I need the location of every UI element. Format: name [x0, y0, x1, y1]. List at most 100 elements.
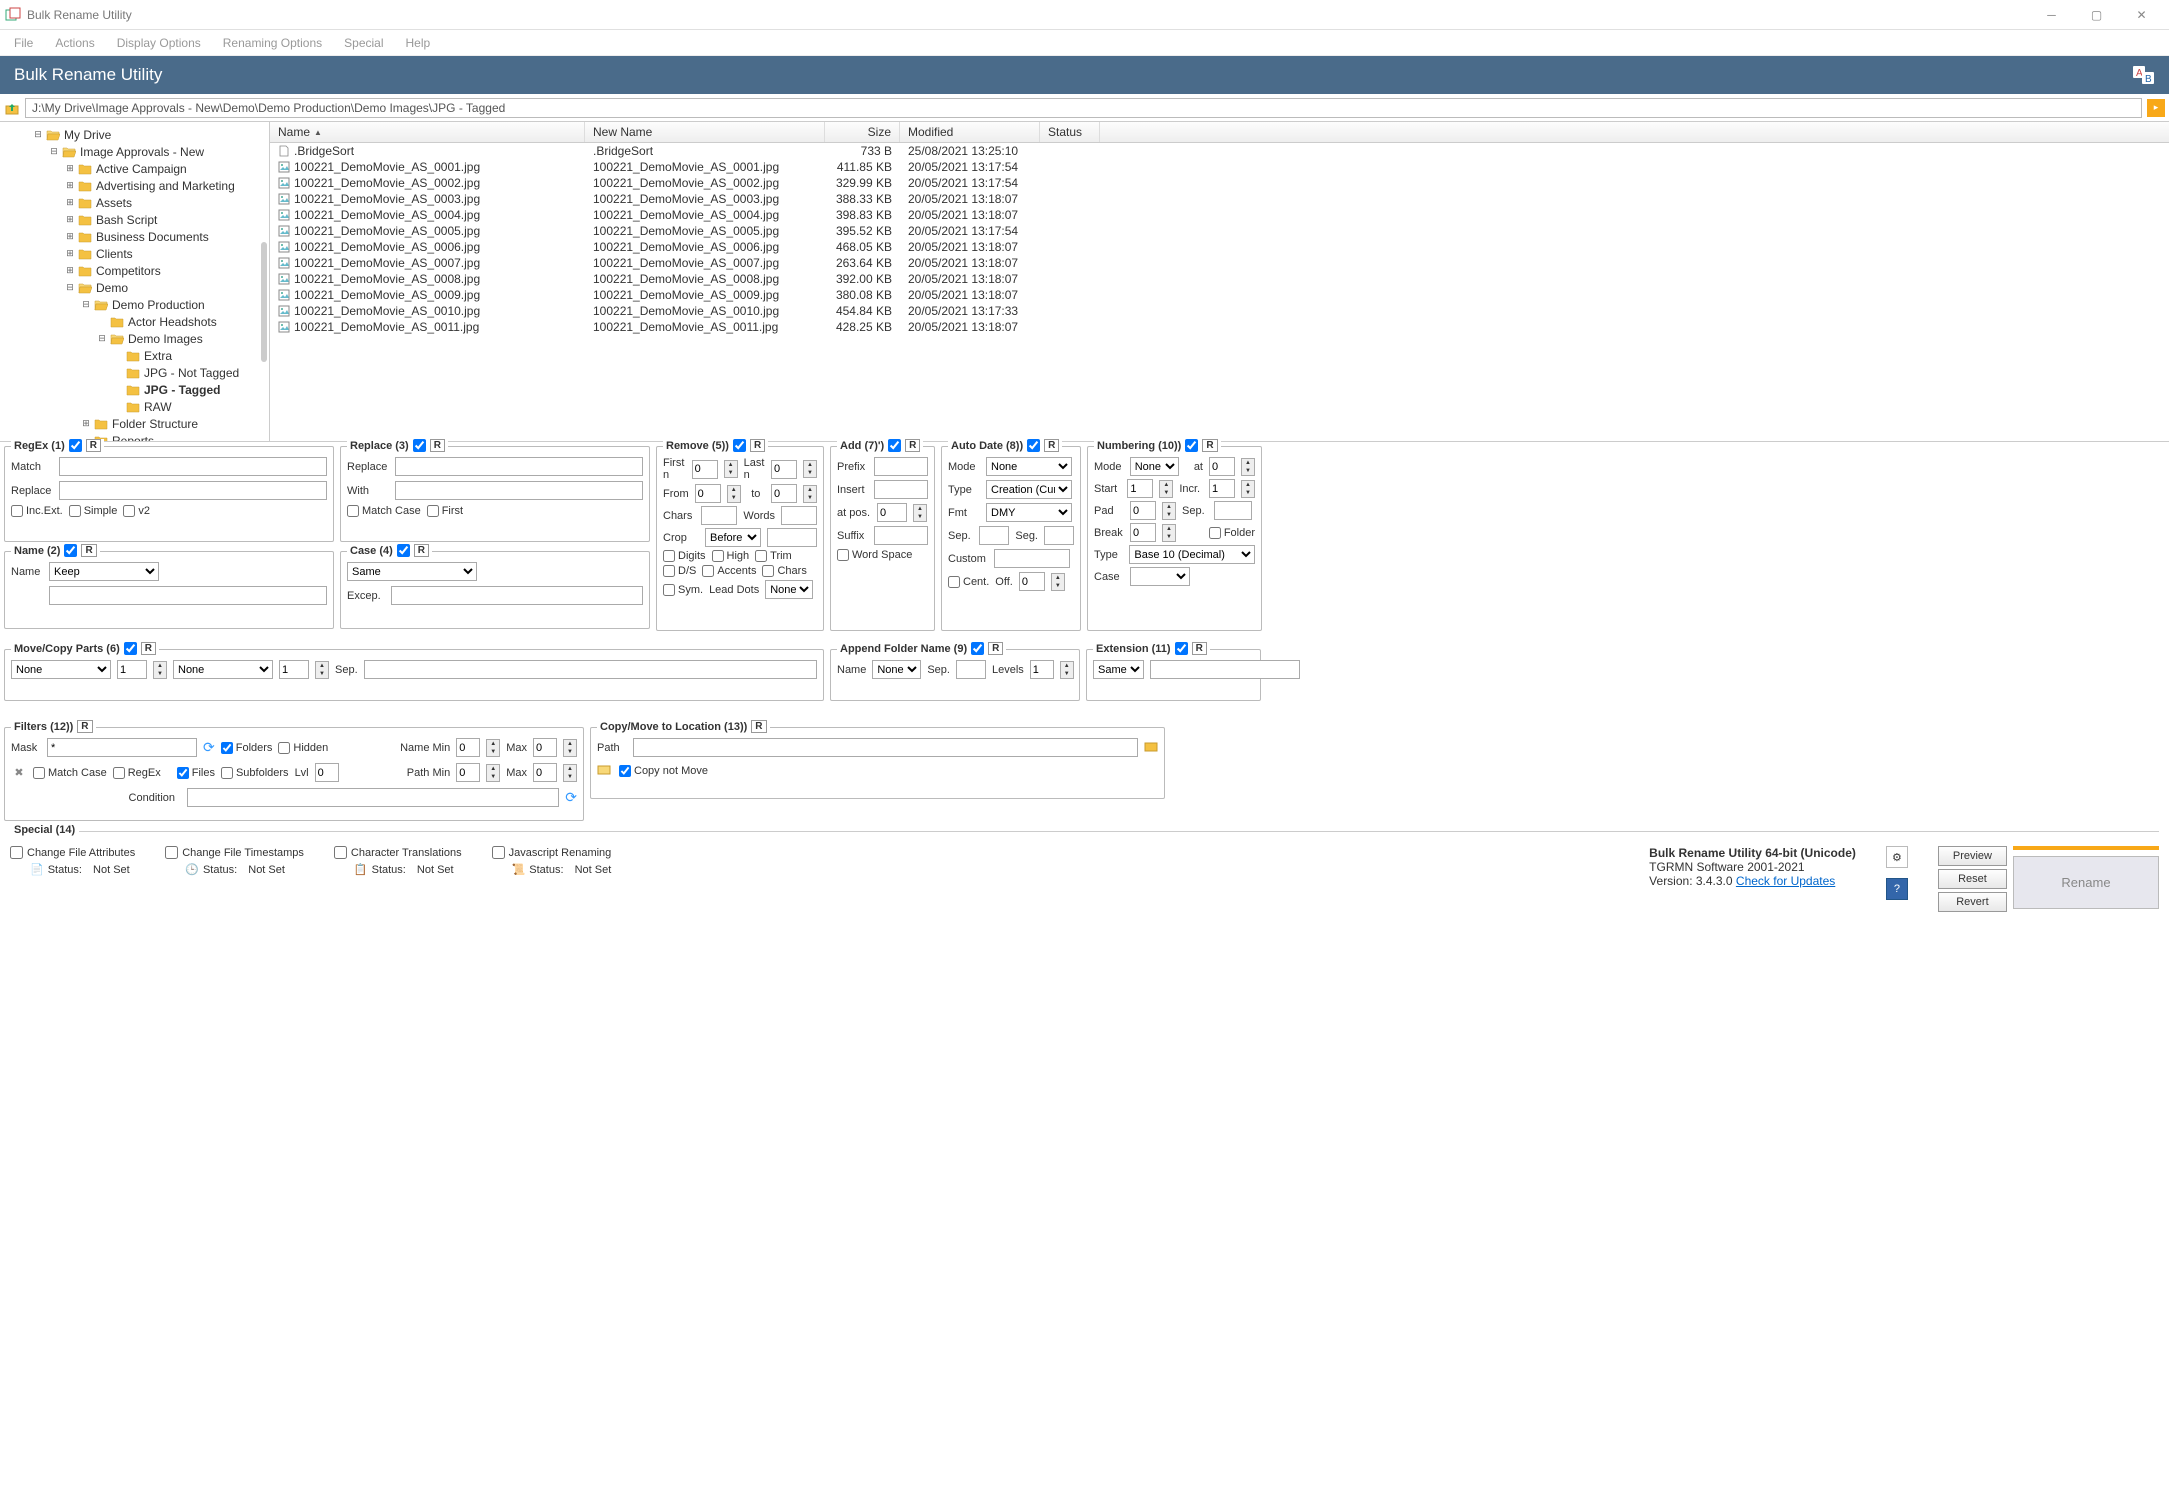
numbering-pad-input[interactable] [1130, 501, 1156, 520]
regex-v2-checkbox[interactable]: v2 [123, 505, 150, 517]
numbering-enable-checkbox[interactable] [1185, 439, 1198, 452]
tree-node[interactable]: RAW [2, 398, 267, 415]
appendfolder-reset-button[interactable]: R [988, 642, 1003, 655]
movecopy-select1[interactable]: None [11, 660, 111, 679]
filters-condition-input[interactable] [187, 788, 559, 807]
replace-enable-checkbox[interactable] [413, 439, 426, 452]
autodate-enable-checkbox[interactable] [1027, 439, 1040, 452]
numbering-case-select[interactable] [1130, 567, 1190, 586]
remove-lastn-input[interactable] [771, 460, 797, 479]
regex-match-input[interactable] [59, 457, 327, 476]
replace-matchcase-checkbox[interactable]: Match Case [347, 505, 421, 517]
cfa-checkbox[interactable] [10, 846, 23, 859]
filters-subfolders-checkbox[interactable]: Subfolders [221, 767, 289, 779]
ct-checkbox[interactable] [334, 846, 347, 859]
copymove-copynotmove-checkbox[interactable]: Copy not Move [619, 765, 708, 777]
col-newname[interactable]: New Name [585, 122, 825, 142]
filters-pathmin-input[interactable] [456, 763, 480, 782]
name-select[interactable]: Keep [49, 562, 159, 581]
remove-accents-checkbox[interactable]: Accents [702, 565, 756, 577]
refresh-icon[interactable]: ⟳ [203, 739, 215, 756]
autodate-off-input[interactable] [1019, 572, 1045, 591]
remove-chars2-checkbox[interactable]: Chars [762, 565, 806, 577]
appendfolder-levels-input[interactable] [1030, 660, 1054, 679]
appendfolder-sep-input[interactable] [956, 660, 986, 679]
regex-reset-button[interactable]: R [86, 439, 101, 452]
name-enable-checkbox[interactable] [64, 544, 77, 557]
replace-replace-input[interactable] [395, 457, 643, 476]
filters-files-checkbox[interactable]: Files [177, 767, 215, 779]
menu-renaming-options[interactable]: Renaming Options [213, 32, 332, 54]
cft-checkbox[interactable] [165, 846, 178, 859]
remove-reset-button[interactable]: R [750, 439, 765, 452]
tree-expand-icon[interactable]: ⊞ [64, 214, 76, 226]
remove-enable-checkbox[interactable] [733, 439, 746, 452]
case-select[interactable]: Same [347, 562, 477, 581]
tree-expand-icon[interactable]: ⊟ [48, 146, 60, 158]
remove-firstn-input[interactable] [692, 460, 718, 479]
case-enable-checkbox[interactable] [397, 544, 410, 557]
tree-node[interactable]: ⊟Image Approvals - New [2, 143, 267, 160]
filters-lvl-input[interactable] [315, 763, 339, 782]
numbering-break-input[interactable] [1130, 523, 1156, 542]
file-row[interactable]: 100221_DemoMovie_AS_0009.jpg100221_DemoM… [270, 287, 2169, 303]
extension-select[interactable]: Same [1093, 660, 1144, 679]
remove-chars-input[interactable] [701, 506, 737, 525]
tree-expand-icon[interactable]: ⊞ [64, 180, 76, 192]
tree-node[interactable]: ⊞Bash Script [2, 211, 267, 228]
add-enable-checkbox[interactable] [888, 439, 901, 452]
autodate-cent-checkbox[interactable]: Cent. [948, 576, 989, 588]
tree-node[interactable]: ⊟Demo Images [2, 330, 267, 347]
tree-expand-icon[interactable]: ⊞ [64, 248, 76, 260]
remove-trim-checkbox[interactable]: Trim [755, 550, 792, 562]
case-excep-input[interactable] [391, 586, 643, 605]
path-input[interactable] [25, 98, 2142, 118]
menu-actions[interactable]: Actions [45, 32, 104, 54]
name-input[interactable] [49, 586, 327, 605]
tree-expand-icon[interactable]: ⊟ [32, 129, 44, 141]
file-row[interactable]: 100221_DemoMovie_AS_0008.jpg100221_DemoM… [270, 271, 2169, 287]
remove-words-input[interactable] [781, 506, 817, 525]
filters-namemin-input[interactable] [456, 738, 480, 757]
tree-node[interactable]: ⊞Assets [2, 194, 267, 211]
tree-node[interactable]: ⊟Demo [2, 279, 267, 296]
tree-node[interactable]: Actor Headshots [2, 313, 267, 330]
file-row[interactable]: 100221_DemoMovie_AS_0002.jpg100221_DemoM… [270, 175, 2169, 191]
tree-node[interactable]: ⊟Demo Production [2, 296, 267, 313]
add-atpos-input[interactable] [877, 503, 907, 522]
col-modified[interactable]: Modified [900, 122, 1040, 142]
file-row[interactable]: .BridgeSort.BridgeSort733 B25/08/2021 13… [270, 143, 2169, 159]
tree-expand-icon[interactable]: ⊞ [64, 163, 76, 175]
add-reset-button[interactable]: R [905, 439, 920, 452]
col-name[interactable]: Name▲ [270, 122, 585, 142]
file-row[interactable]: 100221_DemoMovie_AS_0011.jpg100221_DemoM… [270, 319, 2169, 335]
col-status[interactable]: Status [1040, 122, 1100, 142]
tree-node[interactable]: ⊟My Drive [2, 126, 267, 143]
tree-node[interactable]: ⊞Active Campaign [2, 160, 267, 177]
menu-help[interactable]: Help [396, 32, 441, 54]
tree-expand-icon[interactable]: ⊟ [64, 282, 76, 294]
col-size[interactable]: Size [825, 122, 900, 142]
add-suffix-input[interactable] [874, 526, 928, 545]
file-list-header[interactable]: Name▲ New Name Size Modified Status [270, 122, 2169, 143]
extension-reset-button[interactable]: R [1192, 642, 1207, 655]
filters-regex-checkbox[interactable]: RegEx [113, 767, 161, 779]
extension-input[interactable] [1150, 660, 1300, 679]
autodate-mode-select[interactable]: None [986, 457, 1072, 476]
tree-node[interactable]: ⊞Advertising and Marketing [2, 177, 267, 194]
rename-button[interactable]: Rename [2013, 856, 2159, 909]
preview-button[interactable]: Preview [1938, 846, 2007, 866]
refresh2-icon[interactable]: ⟳ [565, 789, 577, 806]
up-folder-icon[interactable] [4, 100, 20, 116]
tree-node[interactable]: Extra [2, 347, 267, 364]
regex-simple-checkbox[interactable]: Simple [69, 505, 118, 517]
extension-enable-checkbox[interactable] [1175, 642, 1188, 655]
file-row[interactable]: 100221_DemoMovie_AS_0005.jpg100221_DemoM… [270, 223, 2169, 239]
movecopy-reset-button[interactable]: R [141, 642, 156, 655]
movecopy-select2[interactable]: None [173, 660, 273, 679]
revert-button[interactable]: Revert [1938, 892, 2007, 912]
menu-file[interactable]: File [4, 32, 43, 54]
folder-tree[interactable]: ⊟My Drive⊟Image Approvals - New⊞Active C… [0, 122, 270, 441]
tree-expand-icon[interactable]: ⊞ [64, 231, 76, 243]
add-insert-input[interactable] [874, 480, 928, 499]
